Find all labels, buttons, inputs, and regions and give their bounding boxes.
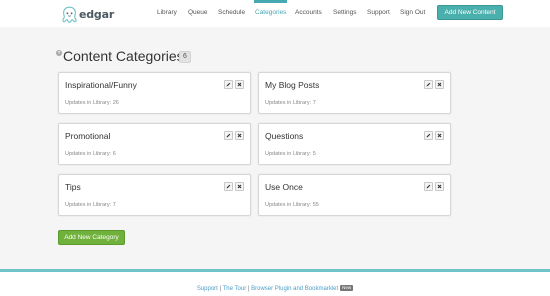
nav-accounts[interactable]: Accounts <box>295 8 322 17</box>
category-name: Promotional <box>65 131 111 141</box>
new-badge: New <box>340 285 354 291</box>
nav-categories[interactable]: Categories <box>255 8 286 17</box>
nav-sign-out[interactable]: Sign Out <box>400 8 425 17</box>
nav-support[interactable]: Support <box>367 8 390 17</box>
category-name: Use Once <box>265 182 303 192</box>
category-card: Inspirational/Funny Updates in Library: … <box>58 72 251 114</box>
add-new-category-button[interactable]: Add New Category <box>58 230 125 245</box>
footer-tour-link[interactable]: The Tour <box>223 286 247 292</box>
pencil-icon <box>226 184 231 189</box>
category-count-badge: 6 <box>179 51 191 63</box>
top-navigation-bar: edgar Library Queue Schedule Categories … <box>0 0 550 27</box>
close-icon <box>437 82 442 87</box>
close-icon <box>437 133 442 138</box>
footer-support-link[interactable]: Support <box>197 286 218 292</box>
category-updates: Updates in Library: 6 <box>65 151 116 157</box>
edgar-octopus-icon <box>62 6 77 23</box>
category-card: Questions Updates in Library: 5 <box>258 123 451 165</box>
close-icon <box>237 184 242 189</box>
edit-category-button[interactable] <box>424 131 433 140</box>
category-name: Inspirational/Funny <box>65 80 137 90</box>
edit-category-button[interactable] <box>224 80 233 89</box>
edit-category-button[interactable] <box>224 131 233 140</box>
pencil-icon <box>426 184 431 189</box>
pencil-icon <box>226 133 231 138</box>
active-tab-indicator <box>254 0 287 3</box>
category-name: Questions <box>265 131 304 141</box>
category-card: Promotional Updates in Library: 6 <box>58 123 251 165</box>
pencil-icon <box>426 133 431 138</box>
category-card: Use Once Updates in Library: 55 <box>258 174 451 216</box>
delete-category-button[interactable] <box>235 80 244 89</box>
nav-library[interactable]: Library <box>157 8 177 17</box>
footer-plugin-link[interactable]: Browser Plugin and Bookmarklet <box>251 286 338 292</box>
category-updates: Updates in Library: 7 <box>65 202 116 208</box>
close-icon <box>237 133 242 138</box>
delete-category-button[interactable] <box>235 131 244 140</box>
category-updates: Updates in Library: 55 <box>265 202 319 208</box>
delete-category-button[interactable] <box>435 80 444 89</box>
category-updates: Updates in Library: 7 <box>265 100 316 106</box>
close-icon <box>437 184 442 189</box>
logo-text: edgar <box>79 7 115 21</box>
category-updates: Updates in Library: 26 <box>65 100 119 106</box>
delete-category-button[interactable] <box>435 182 444 191</box>
category-name: Tips <box>65 182 81 192</box>
pencil-icon <box>426 82 431 87</box>
footer-stripe <box>0 269 550 272</box>
delete-category-button[interactable] <box>435 131 444 140</box>
nav-schedule[interactable]: Schedule <box>218 8 245 17</box>
logo[interactable]: edgar <box>62 4 114 24</box>
category-updates: Updates in Library: 5 <box>265 151 316 157</box>
nav-queue[interactable]: Queue <box>188 8 208 17</box>
category-card: My Blog Posts Updates in Library: 7 <box>258 72 451 114</box>
page-title: Content Categories <box>63 48 184 64</box>
delete-category-button[interactable] <box>235 182 244 191</box>
category-card: Tips Updates in Library: 7 <box>58 174 251 216</box>
edit-category-button[interactable] <box>224 182 233 191</box>
nav-settings[interactable]: Settings <box>333 8 357 17</box>
edit-category-button[interactable] <box>424 80 433 89</box>
close-icon <box>237 82 242 87</box>
help-icon[interactable]: ? <box>56 50 62 56</box>
add-new-content-button[interactable]: Add New Content <box>437 5 503 20</box>
pencil-icon <box>226 82 231 87</box>
edit-category-button[interactable] <box>424 182 433 191</box>
footer: Support | The Tour | Browser Plugin and … <box>0 285 550 293</box>
category-name: My Blog Posts <box>265 80 320 90</box>
